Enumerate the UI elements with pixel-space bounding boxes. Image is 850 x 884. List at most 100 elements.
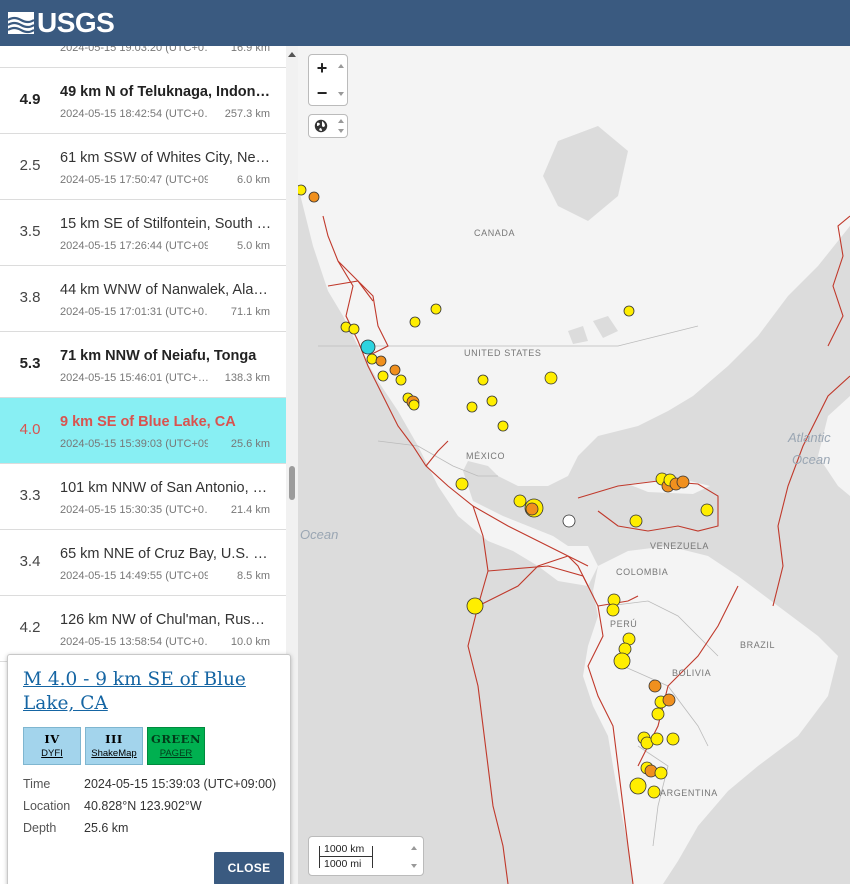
zoom-out-button[interactable]: −: [309, 81, 335, 105]
list-item[interactable]: 3.3 101 km NNW of San Antonio, … 2024-05…: [0, 464, 286, 530]
eq-time: 2024-05-15 19:03:20 (UTC+0…: [60, 46, 208, 54]
eq-place: 15 km SE of Stilfontein, South …: [60, 216, 272, 232]
earthquake-marker[interactable]: [308, 191, 320, 203]
list-item[interactable]: 3.5 15 km SE of Stilfontein, South … 202…: [0, 200, 286, 266]
pager-badge[interactable]: GREEN PAGER: [147, 727, 205, 765]
earthquake-marker[interactable]: [360, 339, 376, 355]
earthquake-map-app: USGS 2024-05-15 19:03:20 (UTC+0… 16.9 km…: [0, 0, 850, 884]
map-view[interactable]: CANADA UNITED STATES MÉXICO VENEZUELA CO…: [298, 46, 850, 884]
list-item[interactable]: 2024-05-15 19:03:20 (UTC+0… 16.9 km: [0, 46, 286, 68]
list-item-selected[interactable]: 4.0 9 km SE of Blue Lake, CA 2024-05-15 …: [0, 398, 286, 464]
eq-place: 49 km N of Teluknaga, Indon…: [60, 84, 271, 100]
earthquake-marker[interactable]: [466, 401, 478, 413]
scrollbar-thumb[interactable]: [289, 466, 295, 500]
earthquake-marker[interactable]: [562, 514, 576, 528]
time-value: 2024-05-15 15:39:03 (UTC+09:00): [84, 777, 277, 791]
shakemap-badge[interactable]: III ShakeMap: [85, 727, 143, 765]
list-item[interactable]: 2.5 61 km SSW of Whites City, Ne… 2024-0…: [0, 134, 286, 200]
eq-magnitude: 2.5: [19, 157, 41, 174]
earthquake-marker[interactable]: [662, 693, 676, 707]
earthquake-marker[interactable]: [377, 370, 389, 382]
zoom-in-button[interactable]: +: [309, 56, 335, 80]
basemap-toggle[interactable]: [308, 114, 348, 138]
earthquake-marker[interactable]: [455, 477, 469, 491]
earthquake-marker[interactable]: [648, 679, 662, 693]
eq-magnitude: 4.2: [19, 619, 41, 636]
zoom-control: + −: [308, 54, 348, 106]
earthquake-marker[interactable]: [366, 353, 378, 365]
earthquake-marker[interactable]: [647, 785, 661, 799]
eq-depth: 16.9 km: [230, 46, 270, 54]
earthquake-marker[interactable]: [666, 732, 680, 746]
earthquake-marker[interactable]: [477, 374, 489, 386]
eq-depth: 138.3 km: [224, 372, 270, 384]
depth-label: Depth: [23, 821, 57, 835]
earthquake-marker[interactable]: [629, 777, 647, 795]
scroll-up-arrow-icon[interactable]: [288, 52, 296, 57]
earthquake-marker[interactable]: [395, 374, 407, 386]
eq-depth: 8.5 km: [236, 570, 270, 582]
earthquake-marker[interactable]: [676, 475, 690, 489]
location-row: Location 40.828°N 123.902°W: [23, 799, 202, 813]
logo-text: USGS: [37, 7, 115, 38]
earthquake-marker[interactable]: [651, 707, 665, 721]
popup-title-link[interactable]: M 4.0 - 9 km SE of Blue Lake, CA: [23, 668, 278, 716]
spin-down-icon: [338, 129, 344, 133]
eq-depth: 21.4 km: [230, 504, 270, 516]
eq-place: 65 km NNE of Cruz Bay, U.S. V…: [60, 546, 272, 562]
spin-up-icon: [338, 119, 344, 123]
eq-magnitude: 3.5: [19, 223, 41, 240]
usgs-logo[interactable]: USGS: [8, 7, 115, 39]
eq-magnitude: 3.8: [19, 289, 41, 306]
eq-depth: 10.0 km: [230, 636, 270, 648]
eq-time: 2024-05-15 17:50:47 (UTC+09:…: [60, 174, 208, 186]
earthquake-marker[interactable]: [348, 323, 360, 335]
earthquake-marker[interactable]: [409, 316, 421, 328]
earthquake-marker[interactable]: [513, 494, 527, 508]
list-item[interactable]: 3.8 44 km WNW of Nanwalek, Ala… 2024-05-…: [0, 266, 286, 332]
earthquake-marker[interactable]: [629, 514, 643, 528]
spin-down-icon: [411, 864, 417, 868]
earthquake-popup: M 4.0 - 9 km SE of Blue Lake, CA IV DYFI…: [7, 654, 291, 884]
list-item[interactable]: 3.4 65 km NNE of Cruz Bay, U.S. V… 2024-…: [0, 530, 286, 596]
earthquake-marker[interactable]: [544, 371, 558, 385]
spin-down-icon: [338, 92, 344, 96]
dyfi-badge[interactable]: IV DYFI: [23, 727, 81, 765]
eq-place: 44 km WNW of Nanwalek, Ala…: [60, 282, 268, 298]
location-value: 40.828°N 123.902°W: [84, 799, 202, 813]
earthquake-marker[interactable]: [613, 652, 631, 670]
eq-depth: 257.3 km: [224, 108, 270, 120]
earthquake-marker[interactable]: [497, 420, 509, 432]
earthquake-marker[interactable]: [408, 399, 420, 411]
earthquake-marker[interactable]: [606, 603, 620, 617]
list-item[interactable]: 4.9 49 km N of Teluknaga, Indon… 2024-05…: [0, 68, 286, 134]
earthquake-marker[interactable]: [650, 732, 664, 746]
eq-place: 9 km SE of Blue Lake, CA: [60, 414, 236, 430]
earthquake-marker[interactable]: [525, 502, 539, 516]
eq-place: 101 km NNW of San Antonio, …: [60, 480, 268, 496]
usgs-wave-icon: [8, 12, 34, 34]
list-item[interactable]: 4.2 126 km NW of Chul'man, Russ… 2024-05…: [0, 596, 286, 662]
earthquake-marker[interactable]: [654, 766, 668, 780]
earthquake-marker[interactable]: [486, 395, 498, 407]
eq-magnitude: 4.9: [19, 91, 41, 108]
earthquake-marker[interactable]: [466, 597, 484, 615]
earthquake-marker[interactable]: [623, 305, 635, 317]
eq-time: 2024-05-15 18:42:54 (UTC+0…: [60, 108, 208, 120]
earthquake-marker[interactable]: [389, 364, 401, 376]
header-bar: USGS: [0, 0, 850, 46]
earthquake-marker[interactable]: [430, 303, 442, 315]
eq-place: 71 km NNW of Neiafu, Tonga: [60, 348, 257, 364]
eq-magnitude: 3.3: [19, 487, 41, 504]
eq-magnitude: 3.4: [19, 553, 41, 570]
location-label: Location: [23, 799, 71, 813]
earthquake-marker[interactable]: [298, 184, 307, 196]
eq-place: 126 km NW of Chul'man, Russ…: [60, 612, 272, 628]
close-button[interactable]: CLOSE: [214, 852, 284, 884]
earthquake-markers: [298, 184, 714, 799]
list-item[interactable]: 5.3 71 km NNW of Neiafu, Tonga 2024-05-1…: [0, 332, 286, 398]
earthquake-marker[interactable]: [375, 355, 387, 367]
depth-row: Depth 25.6 km: [23, 821, 128, 835]
earthquake-marker[interactable]: [700, 503, 714, 517]
eq-time: 2024-05-15 17:01:31 (UTC+0…: [60, 306, 208, 318]
